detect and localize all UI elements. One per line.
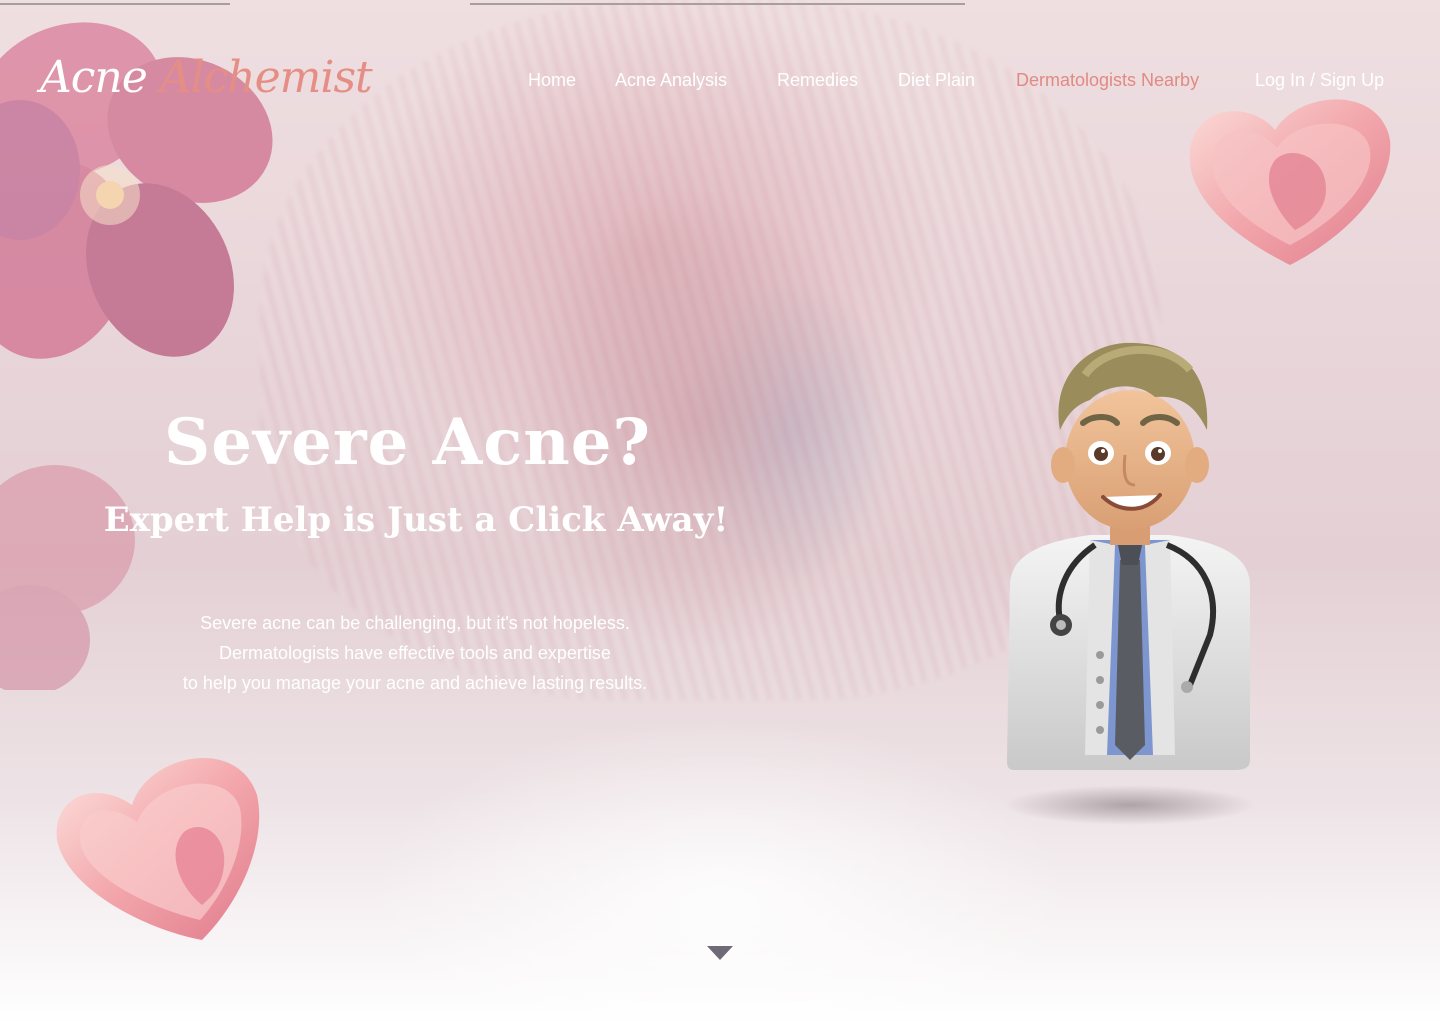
heart-3d-illustration-top: [1189, 99, 1391, 265]
nav-item-dermatologists-nearby[interactable]: Dermatologists Nearby: [1016, 70, 1199, 91]
heart-3d-illustration-bottom: [56, 757, 260, 940]
chevron-down-icon[interactable]: [707, 946, 733, 960]
top-divider-left: [0, 3, 230, 5]
hero-description-line: to help you manage your acne and achieve…: [182, 673, 648, 693]
hero-description-line: Dermatologists have effective tools and …: [219, 643, 611, 663]
nav-item-acne-analysis[interactable]: Acne Analysis: [615, 70, 727, 91]
nav-item-diet-plain[interactable]: Diet Plain: [898, 70, 975, 91]
hero-title: Severe Acne?: [164, 405, 651, 480]
top-divider-center: [470, 3, 965, 5]
nav-item-remedies[interactable]: Remedies: [777, 70, 858, 91]
doctor-avatar-illustration: [1005, 342, 1255, 825]
hero-description: Severe acne can be challenging, but it's…: [115, 608, 715, 698]
landing-page: Acne Alchemist Home Acne Analysis Remedi…: [0, 0, 1440, 1024]
nav-item-home[interactable]: Home: [528, 70, 576, 91]
hero-description-line: Severe acne can be challenging, but it's…: [200, 613, 630, 633]
hero-subtitle: Expert Help is Just a Click Away!: [103, 500, 729, 540]
